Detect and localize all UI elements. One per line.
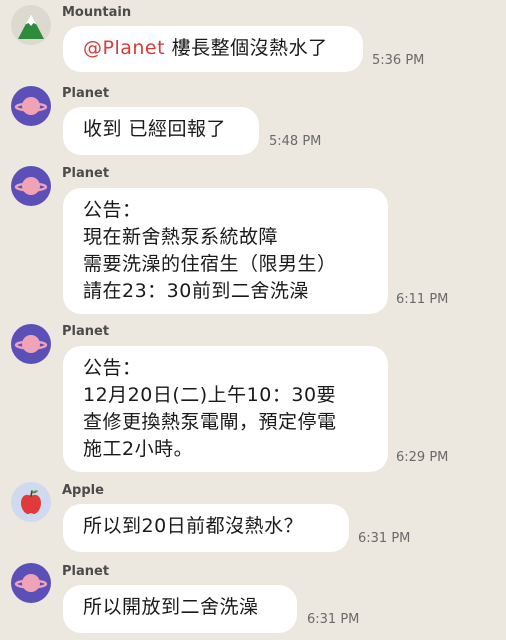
planet-icon[interactable] <box>11 166 51 206</box>
sender-name: Planet <box>62 324 110 339</box>
message-text: 樓長整個沒熱水了 <box>165 37 328 59</box>
planet-icon[interactable] <box>11 86 51 126</box>
message-bubble[interactable]: 所以開放到二舍洗澡 <box>63 585 297 633</box>
timestamp: 5:36 PM <box>372 53 425 68</box>
sender-name: Mountain <box>62 5 132 20</box>
timestamp: 6:29 PM <box>396 450 449 465</box>
sender-name: Planet <box>62 564 110 579</box>
message-bubble[interactable]: 所以到20日前都沒熱水？ <box>63 504 349 552</box>
sender-name: Planet <box>62 166 110 181</box>
timestamp: 6:11 PM <box>396 292 449 307</box>
message-bubble[interactable]: 公告： 12月20日(二)上午10：30要 查修更換熱泵電閘，預定停電 施工2小… <box>63 346 388 472</box>
timestamp: 6:31 PM <box>307 612 360 627</box>
message-bubble[interactable]: 收到 已經回報了 <box>63 107 259 155</box>
sender-name: Planet <box>62 86 110 101</box>
chat-thread: Mountain @Planet 樓長整個沒熱水了 5:36 PM Planet… <box>0 0 506 640</box>
mountain-icon[interactable] <box>11 5 51 45</box>
message-bubble[interactable]: @Planet 樓長整個沒熱水了 <box>63 26 363 72</box>
message-bubble[interactable]: 公告： 現在新舍熱泵系統故障 需要洗澡的住宿生（限男生） 請在23：30前到二舍… <box>63 188 388 314</box>
timestamp: 6:31 PM <box>358 531 411 546</box>
sender-name: Apple <box>62 483 104 498</box>
timestamp: 5:48 PM <box>269 134 322 149</box>
apple-icon[interactable] <box>11 482 51 522</box>
planet-icon[interactable] <box>11 324 51 364</box>
mention-link[interactable]: @Planet <box>83 37 165 59</box>
planet-icon[interactable] <box>11 563 51 603</box>
